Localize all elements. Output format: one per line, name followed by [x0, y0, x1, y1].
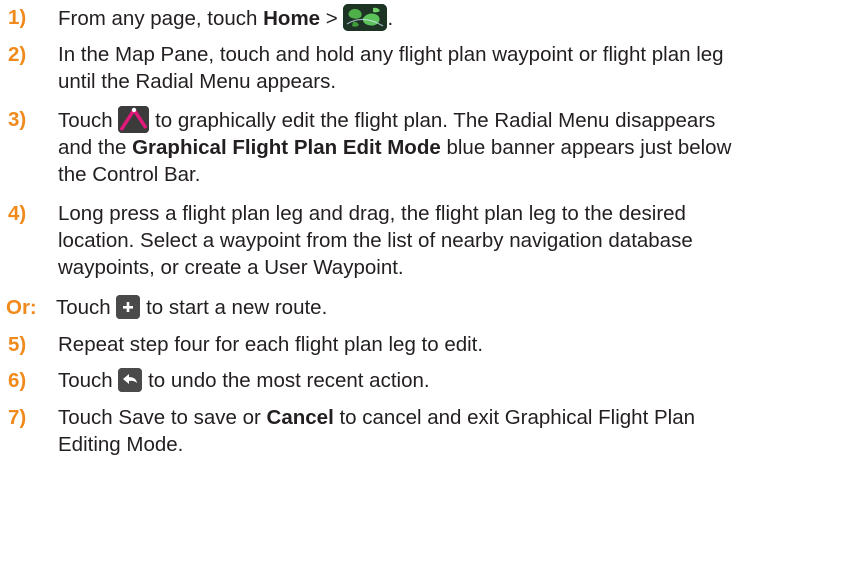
step-text: Long press a flight plan leg and drag, t… — [58, 202, 693, 279]
step-number: 4) — [8, 202, 27, 225]
graphical-edit-icon — [118, 106, 150, 133]
step-number: 1) — [8, 6, 27, 29]
step-text: Touch to graphically edit the flight pla… — [58, 106, 848, 188]
step-text: Touch to start a new route. — [56, 295, 328, 319]
step-number: 7) — [8, 406, 27, 429]
map-app-icon — [343, 4, 388, 31]
step-number: 2) — [8, 43, 27, 66]
add-icon — [116, 295, 141, 319]
edit-mode-label: Graphical Flight Plan Edit Mode — [132, 136, 441, 159]
step-text: Touch to undo the most recent action. — [58, 368, 430, 392]
home-label: Home — [263, 7, 321, 30]
cancel-label: Cancel — [266, 406, 334, 429]
step-number: 5) — [8, 333, 27, 356]
undo-icon — [118, 368, 143, 392]
step-text: Repeat step four for each flight plan le… — [58, 333, 484, 356]
step-text: Touch Save to save or Cancel to cancel a… — [58, 406, 696, 456]
step-number: Or: — [6, 296, 37, 319]
step-text: From any page, touch Home > . — [58, 4, 848, 32]
step-text: In the Map Pane, touch and hold any flig… — [58, 43, 724, 93]
step-number: 3) — [8, 108, 27, 131]
step-number: 6) — [8, 369, 27, 392]
